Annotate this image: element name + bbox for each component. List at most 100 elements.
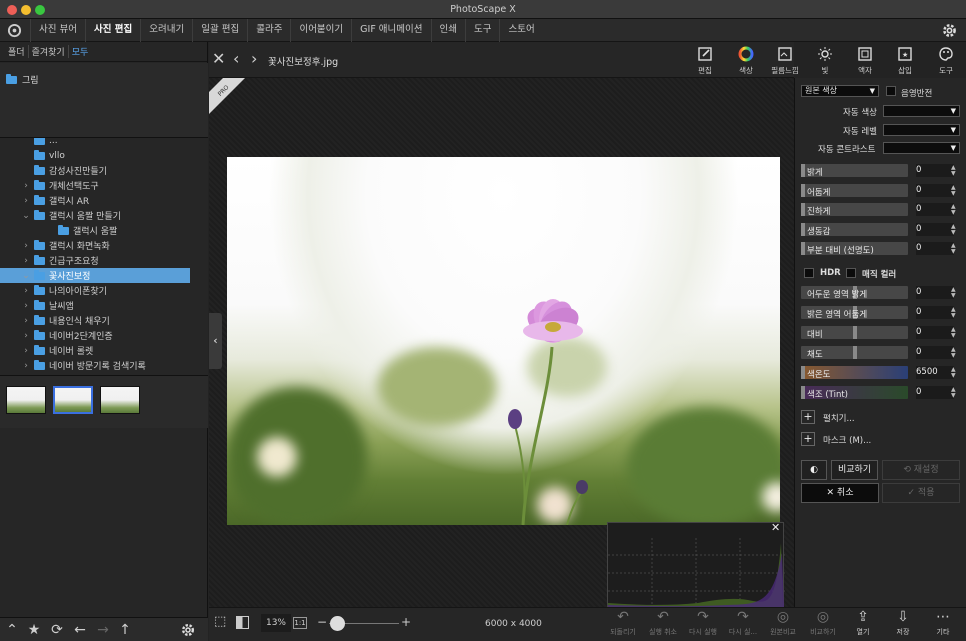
apply-button[interactable]: ✓ 적용: [882, 483, 960, 503]
stepper-icon[interactable]: ▲ ▼: [951, 223, 956, 236]
app-logo-icon[interactable]: [7, 23, 22, 38]
auto-level-dropdown[interactable]: ▼: [883, 124, 960, 136]
split-view-icon[interactable]: [236, 616, 249, 629]
folder-tree[interactable]: ... vllo 감성사진만들기 › 개체선택도구 › 갤럭시 AR ⌄ 갤럭시 움짤 만들기 갤…: [0, 137, 208, 375]
tree-item[interactable]: › 날씨앱: [0, 298, 190, 313]
zoom-slider-knob[interactable]: [330, 616, 345, 631]
crop-select-icon[interactable]: ⬚: [214, 614, 226, 629]
zoom-in-icon[interactable]: +: [401, 615, 411, 629]
thumbnail[interactable]: [6, 386, 46, 414]
tab-favorites[interactable]: 즐겨찾기: [29, 45, 69, 58]
menu-tab-0[interactable]: 사진 뷰어: [30, 19, 85, 42]
spread-label[interactable]: 펼치기...: [823, 412, 855, 424]
slider-track[interactable]: 대비: [801, 326, 908, 340]
histogram-close-icon[interactable]: ✕: [771, 521, 780, 534]
cancel-button[interactable]: ✕ 취소: [801, 483, 879, 503]
tree-item[interactable]: › 네이버 방문기록 검색기록: [0, 358, 190, 373]
zoom-one-to-one-button[interactable]: 1:1: [293, 617, 307, 629]
slider-knob[interactable]: [801, 183, 805, 197]
chevron-right-icon[interactable]: ›: [22, 181, 30, 191]
tool-tab-insert[interactable]: ★ 삽입: [885, 44, 925, 76]
menu-tab-1[interactable]: 사진 편집: [84, 19, 140, 42]
back-arrow-icon[interactable]: ←: [72, 622, 88, 638]
slider-knob[interactable]: [801, 164, 805, 177]
menu-tab-8[interactable]: 도구: [465, 19, 499, 42]
reset-button[interactable]: ⟲ 재설정: [882, 460, 960, 480]
tree-item[interactable]: vllo: [0, 148, 190, 163]
open-button[interactable]: ⇪ 열기: [846, 609, 880, 641]
tool-tab-edit[interactable]: 편집: [685, 44, 725, 76]
refresh-icon[interactable]: ⟳: [49, 622, 65, 638]
menu-tab-7[interactable]: 인쇄: [430, 19, 465, 42]
chevron-right-icon[interactable]: ›: [22, 331, 30, 341]
settings-gear-icon[interactable]: [941, 22, 958, 39]
slider-knob[interactable]: [801, 366, 805, 379]
slider-track[interactable]: 채도: [801, 346, 908, 360]
zoom-level[interactable]: 13%: [261, 614, 291, 632]
tree-item[interactable]: › 개체선택도구: [0, 178, 190, 193]
tree-item[interactable]: ...: [0, 138, 190, 148]
tree-item[interactable]: › 나의아이폰찾기: [0, 283, 190, 298]
chevron-right-icon[interactable]: ›: [22, 346, 30, 356]
menu-tab-5[interactable]: 이어붙이기: [290, 19, 351, 42]
zoom-out-icon[interactable]: −: [317, 615, 327, 629]
menu-tab-2[interactable]: 오려내기: [140, 19, 192, 42]
collapse-panel-button[interactable]: ‹: [209, 313, 222, 369]
slider-value[interactable]: 0: [916, 386, 954, 399]
chevron-right-icon[interactable]: ›: [22, 301, 30, 311]
slider-value[interactable]: 6500: [916, 366, 954, 379]
undo-all-button[interactable]: ↶ 되돌리기: [606, 609, 640, 641]
stepper-icon[interactable]: ▲ ▼: [951, 387, 956, 399]
tool-tab-palette[interactable]: 도구: [926, 44, 966, 76]
slider-knob[interactable]: [801, 242, 805, 255]
tool-tab-color-wheel[interactable]: 색상: [726, 44, 766, 76]
chevron-right-icon[interactable]: ›: [22, 241, 30, 251]
compare-button[interactable]: ◎ 비교하기: [806, 609, 840, 641]
slider-knob[interactable]: [801, 222, 805, 236]
slider-value[interactable]: 0: [916, 326, 954, 339]
tree-item[interactable]: 갤럭시 움짤: [0, 223, 190, 238]
auto-contrast-dropdown[interactable]: ▼: [883, 142, 960, 154]
hdr-checkbox[interactable]: [804, 268, 814, 278]
next-icon[interactable]: ›: [251, 51, 267, 67]
chevron-right-icon[interactable]: ›: [22, 316, 30, 326]
thumbnail-selected[interactable]: [53, 386, 93, 414]
tree-item[interactable]: 감성사진만들기: [0, 163, 190, 178]
auto-color-dropdown[interactable]: ▼: [883, 105, 960, 117]
chevron-right-icon[interactable]: ›: [22, 196, 30, 206]
stepper-icon[interactable]: ▲ ▼: [951, 243, 956, 255]
close-icon[interactable]: ✕: [212, 51, 228, 67]
stepper-icon[interactable]: ▲ ▼: [951, 165, 956, 177]
tool-tab-sun[interactable]: 빛: [805, 44, 845, 76]
tree-item[interactable]: ⌄ 갤럭시 움짤 만들기: [0, 208, 190, 223]
image-canvas[interactable]: PRO ‹ ✕: [209, 78, 794, 608]
previous-icon[interactable]: ‹: [233, 51, 249, 67]
slider-track[interactable]: 어둡게: [801, 183, 908, 198]
slider-knob[interactable]: [801, 203, 805, 216]
slider-knob[interactable]: [853, 326, 857, 339]
forward-arrow-icon[interactable]: →: [95, 622, 111, 638]
mask-label[interactable]: 마스크 (M)...: [823, 434, 871, 446]
slider-value[interactable]: 0: [916, 242, 954, 255]
slider-knob[interactable]: [801, 386, 805, 399]
tab-folder[interactable]: 폴더: [5, 45, 29, 58]
magic-color-checkbox[interactable]: [846, 268, 856, 278]
stepper-icon[interactable]: ▲ ▼: [951, 204, 956, 216]
chevron-right-icon[interactable]: ›: [22, 256, 30, 266]
tree-item[interactable]: › 내용인식 채우기: [0, 313, 190, 328]
invert-checkbox[interactable]: [886, 86, 896, 96]
slider-value[interactable]: 0: [916, 203, 954, 216]
up-arrow-icon[interactable]: ↑: [117, 622, 133, 638]
slider-track[interactable]: 색온도: [801, 366, 908, 380]
slider-track[interactable]: 밝은 영역 어둡게: [801, 306, 908, 320]
save-button[interactable]: ⇩ 저장: [886, 609, 920, 641]
slider-track[interactable]: 어두운 영역 밝게: [801, 286, 908, 300]
slider-track[interactable]: 색조 (Tint): [801, 386, 908, 400]
tree-item[interactable]: ⌄ 꽃사진보정: [0, 268, 190, 283]
chevron-down-icon[interactable]: ⌄: [22, 211, 30, 221]
slider-value[interactable]: 0: [916, 346, 954, 359]
stepper-icon[interactable]: ▲ ▼: [951, 307, 956, 319]
thumbnail[interactable]: [100, 386, 140, 414]
tree-item[interactable]: › 네이버 롤렛: [0, 343, 190, 358]
slider-track[interactable]: 진하게: [801, 203, 908, 217]
